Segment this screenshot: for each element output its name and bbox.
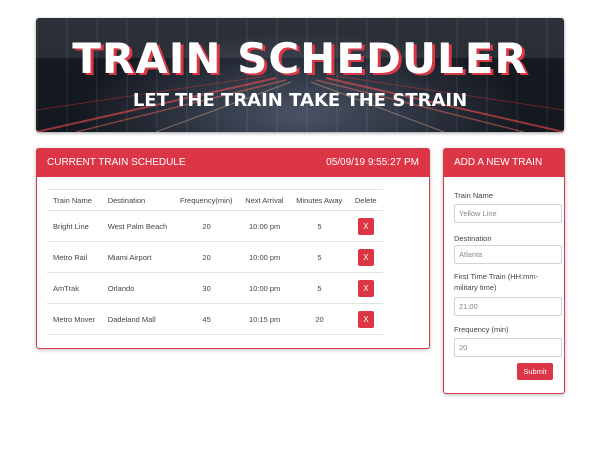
next-arrival-cell: 10:00 pm [239,241,291,273]
frequency-input[interactable]: 20 [454,338,562,357]
destination-cell: West Palm Beach [101,210,174,242]
page-title: TRAIN SCHEDULER [72,34,528,83]
submit-button[interactable]: Submit [517,363,553,380]
train-name-label: Train Name [454,191,493,200]
column-header-delete: Delete [348,189,383,211]
column-header-minutes-away: Minutes Away [290,189,349,211]
column-header-destination: Destination [101,189,174,211]
add-train-panel-header: ADD A NEW TRAIN [444,149,564,177]
train-name-input[interactable]: Yellow Line [454,204,562,223]
schedule-panel-header: CURRENT TRAIN SCHEDULE 05/09/19 9:55:27 … [37,149,429,177]
delete-button[interactable]: X [357,217,374,235]
column-header-next-arrival: Next Arrival [239,189,291,211]
destination-label: Destination [454,234,492,243]
frequency-label: Frequency (min) [454,325,509,334]
table-row: Metro Rail Miami Airport 20 10:00 pm 5 X [47,241,383,273]
table-row: Metro Mover Dadeland Mall 45 10:15 pm 20… [47,303,383,335]
minutes-away-cell: 5 [290,272,349,304]
frequency-cell: 45 [173,303,240,335]
table-row: Bright Line West Palm Beach 20 10:00 pm … [47,210,383,242]
table-header-row: Train Name Destination Frequency(min) Ne… [47,189,383,211]
first-time-input[interactable]: 21:00 [454,297,562,316]
delete-cell: X [348,241,383,273]
destination-cell: Dadeland Mall [101,303,174,335]
current-time: 05/09/19 9:55:27 pm [326,157,419,168]
schedule-table: Train Name Destination Frequency(min) Ne… [47,189,383,335]
delete-button[interactable]: X [357,310,374,328]
first-time-label: First Time Train (HH:mm-military time) [454,272,539,292]
delete-cell: X [348,210,383,242]
hero-banner: TRAIN SCHEDULER LET THE TRAIN TAKE THE S… [36,18,564,132]
frequency-cell: 30 [173,272,240,304]
schedule-panel: CURRENT TRAIN SCHEDULE 05/09/19 9:55:27 … [36,148,430,349]
minutes-away-cell: 20 [290,303,349,335]
delete-cell: X [348,272,383,304]
train-name-cell: Bright Line [47,210,102,242]
add-train-panel: ADD A NEW TRAIN Train Name Yellow Line D… [443,148,565,394]
minutes-away-cell: 5 [290,210,349,242]
schedule-heading: CURRENT TRAIN SCHEDULE [47,157,186,168]
destination-cell: Orlando [101,272,174,304]
delete-button[interactable]: X [357,279,374,297]
train-name-cell: Metro Mover [47,303,102,335]
train-name-cell: AmTrak [47,272,102,304]
delete-button[interactable]: X [357,248,374,266]
minutes-away-cell: 5 [290,241,349,273]
page-subtitle: LET THE TRAIN TAKE THE STRAIN [132,90,468,111]
destination-cell: Miami Airport [101,241,174,273]
frequency-cell: 20 [173,210,240,242]
next-arrival-cell: 10:15 pm [239,303,291,335]
next-arrival-cell: 10:00 pm [239,272,291,304]
column-header-train-name: Train Name [47,189,102,211]
delete-cell: X [348,303,383,335]
frequency-cell: 20 [173,241,240,273]
column-header-frequency: Frequency(min) [173,189,240,211]
next-arrival-cell: 10:00 pm [239,210,291,242]
train-name-cell: Metro Rail [47,241,102,273]
table-row: AmTrak Orlando 30 10:00 pm 5 X [47,272,383,304]
add-train-heading: ADD A NEW TRAIN [454,157,543,168]
destination-input[interactable]: Atlanta [454,245,562,264]
